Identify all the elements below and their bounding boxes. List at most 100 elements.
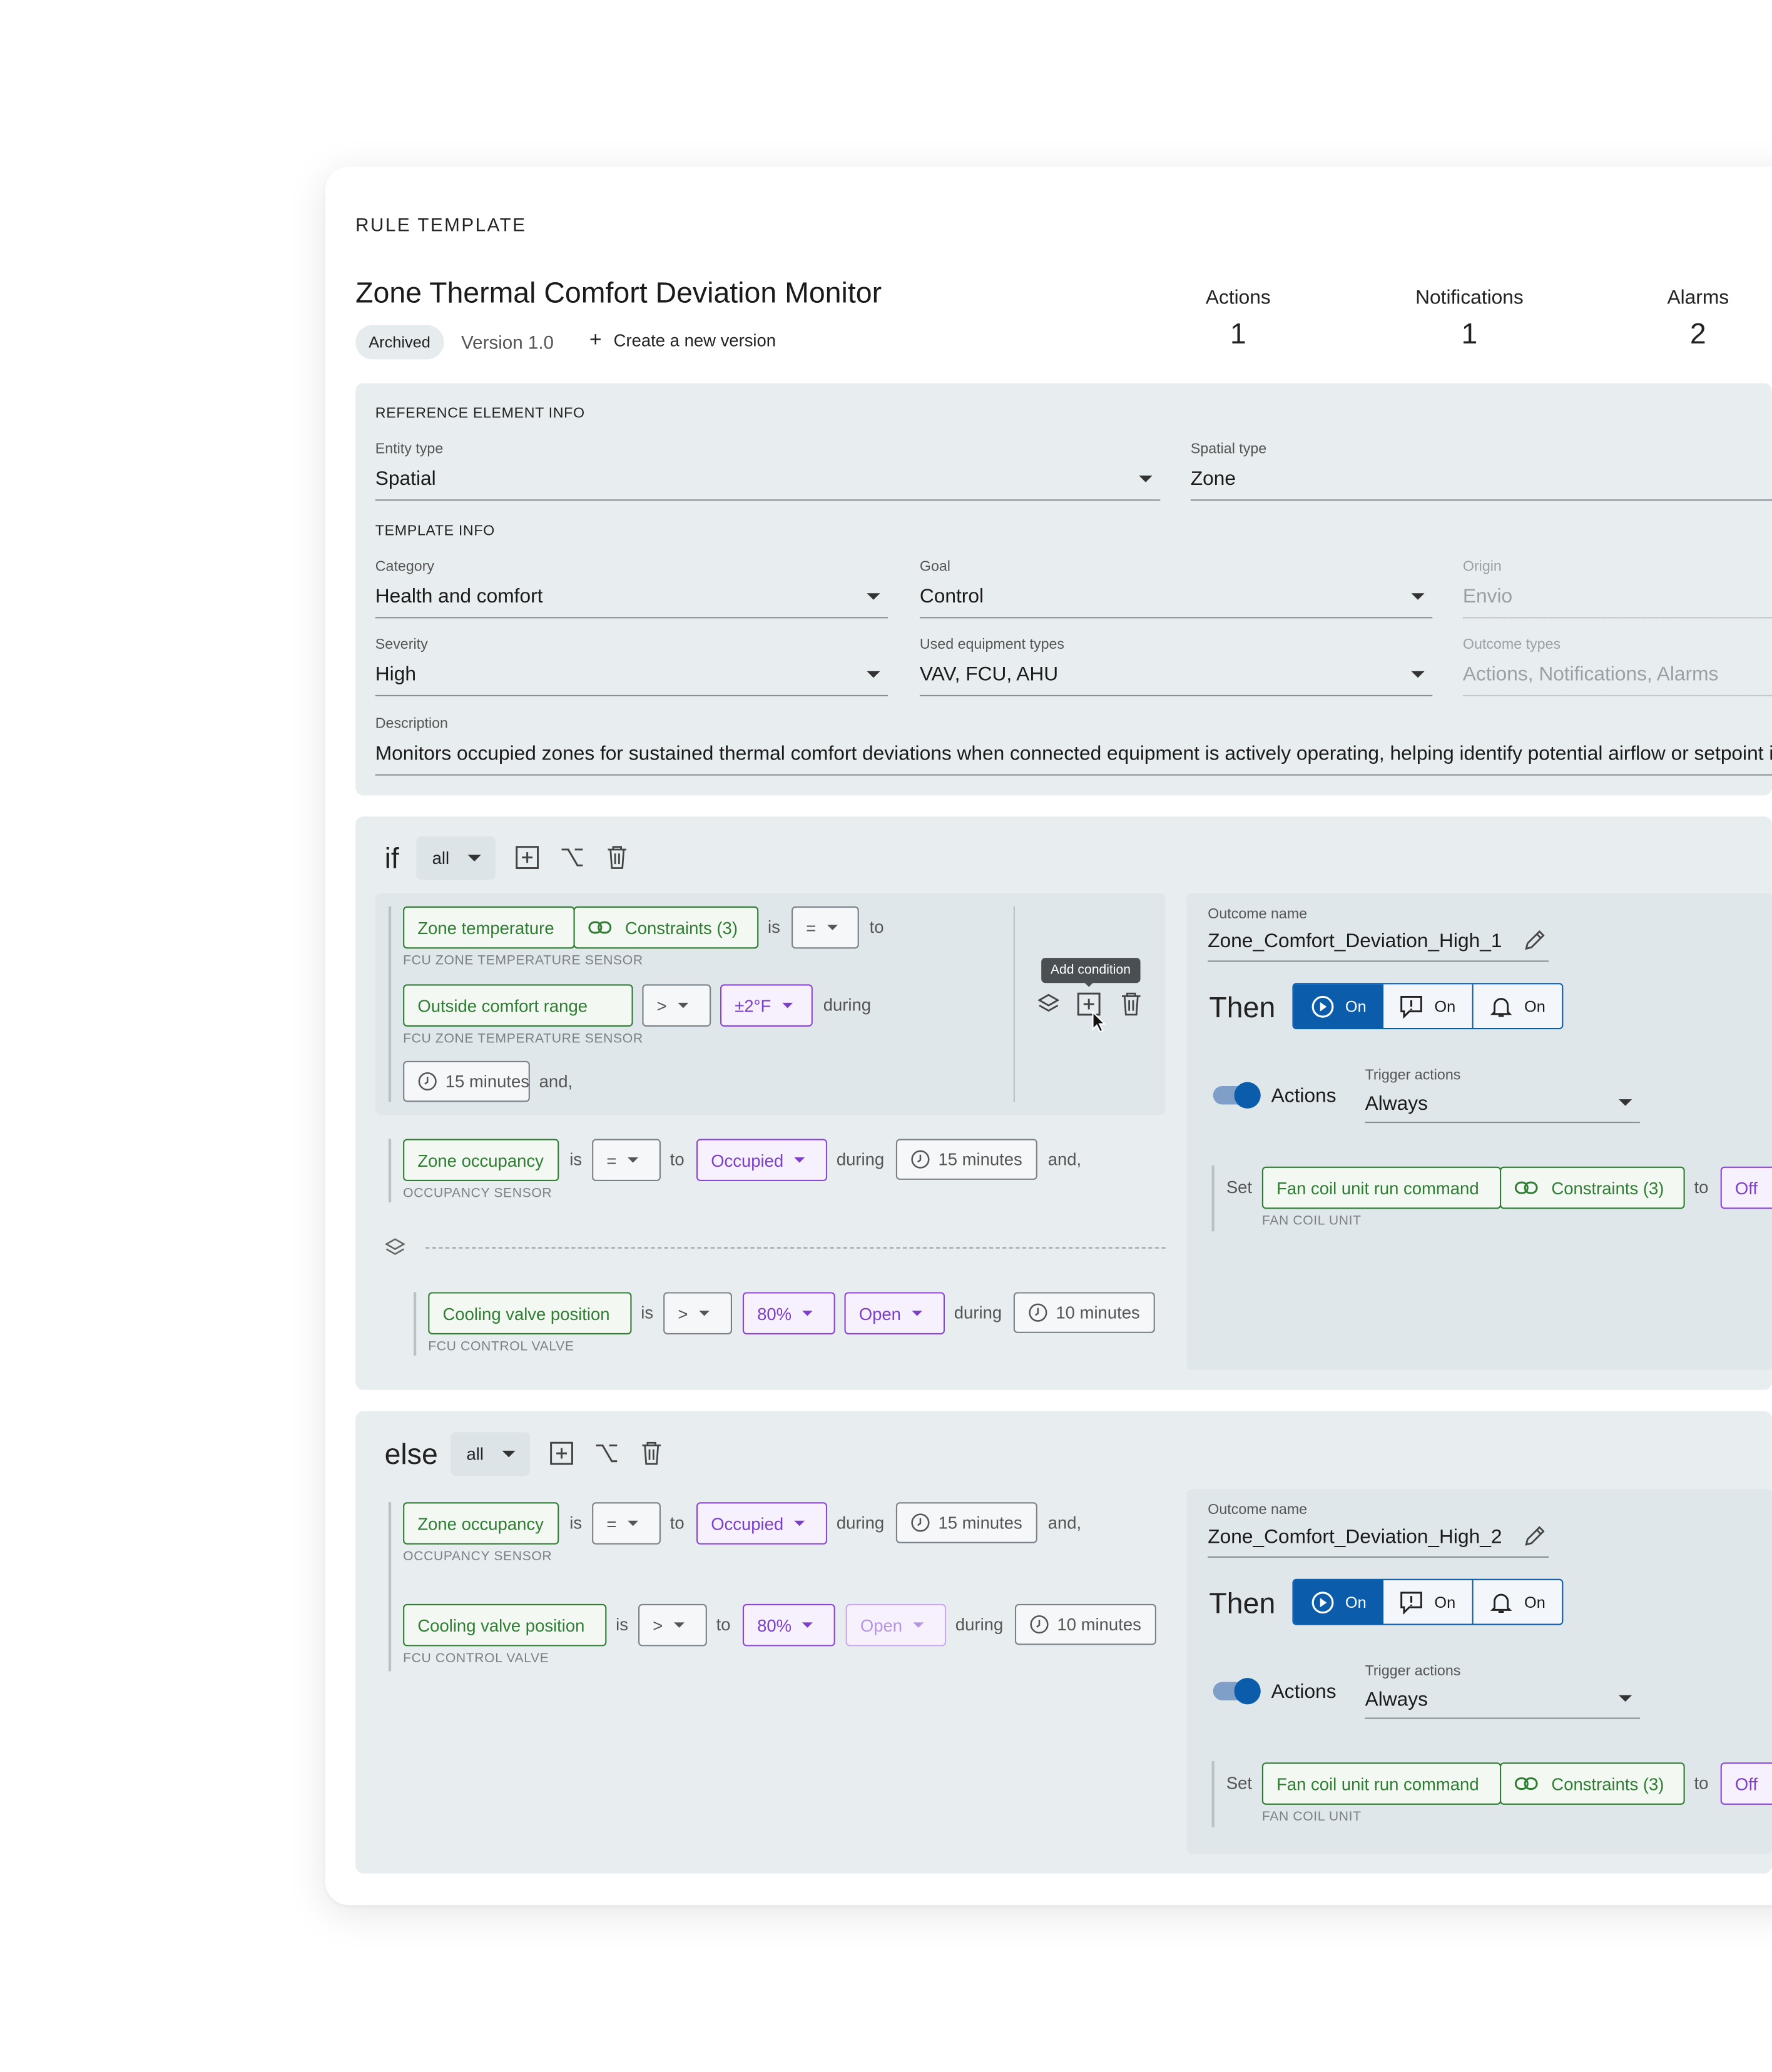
chevron-down-icon[interactable] bbox=[867, 671, 880, 678]
stat-actions-label: Actions bbox=[1205, 287, 1271, 310]
branch-icon[interactable] bbox=[594, 1441, 618, 1465]
condition-field-chip[interactable]: Cooling valve position bbox=[428, 1292, 632, 1335]
actions-toggle-button[interactable]: On bbox=[1293, 984, 1384, 1028]
notifications-toggle-button[interactable]: On bbox=[1383, 984, 1474, 1028]
spatial-type-value[interactable]: Zone bbox=[1191, 468, 1236, 490]
trash-icon[interactable] bbox=[641, 1441, 662, 1465]
create-version-button[interactable]: + Create a new version bbox=[589, 329, 776, 350]
trigger-underline bbox=[1365, 1122, 1640, 1124]
to-word: to bbox=[716, 1614, 731, 1635]
outcome-name-underline bbox=[1208, 960, 1549, 962]
alarms-toggle-button[interactable]: On bbox=[1473, 1580, 1562, 1624]
to-word: to bbox=[869, 917, 884, 937]
chevron-down-icon[interactable] bbox=[1411, 671, 1425, 678]
pencil-icon[interactable] bbox=[1524, 1525, 1546, 1547]
trigger-value[interactable]: Always bbox=[1365, 1689, 1428, 1711]
goal-label: Goal bbox=[919, 559, 950, 575]
value2-select[interactable]: Open bbox=[844, 1292, 945, 1335]
set-word: Set bbox=[1226, 1773, 1253, 1793]
add-condition-icon[interactable] bbox=[516, 846, 539, 870]
operator-select[interactable]: > bbox=[663, 1292, 732, 1335]
outcome-type-toggle: On On On bbox=[1292, 1578, 1564, 1625]
to-word: to bbox=[670, 1513, 685, 1533]
value-text: 80% bbox=[757, 1303, 792, 1324]
else-mode-select[interactable]: all bbox=[451, 1432, 530, 1476]
equipment-value[interactable]: VAV, FCU, AHU bbox=[920, 663, 1058, 686]
clock-icon bbox=[910, 1513, 930, 1533]
duration-chip[interactable]: 10 minutes bbox=[1013, 1292, 1155, 1333]
during-word: during bbox=[954, 1303, 1002, 1323]
goal-value[interactable]: Control bbox=[920, 586, 984, 608]
constraints-chip[interactable]: Constraints (3) bbox=[1500, 1762, 1685, 1805]
layers-icon[interactable] bbox=[1037, 992, 1060, 1015]
command-value-select[interactable]: Off bbox=[1720, 1166, 1772, 1209]
layers-icon[interactable] bbox=[384, 1237, 406, 1258]
chevron-down-icon[interactable] bbox=[867, 593, 880, 600]
value-select[interactable]: Occupied bbox=[696, 1502, 828, 1545]
category-value[interactable]: Health and comfort bbox=[375, 586, 543, 608]
actions-toggle-label: On bbox=[1345, 997, 1367, 1015]
operator-select[interactable]: = bbox=[592, 1139, 661, 1182]
trash-icon[interactable] bbox=[1121, 992, 1142, 1016]
operator-select[interactable]: = bbox=[592, 1502, 661, 1545]
constraints-chip[interactable]: Constraints (3) bbox=[1500, 1166, 1685, 1209]
trash-icon[interactable] bbox=[606, 846, 628, 870]
chevron-down-icon[interactable] bbox=[1139, 475, 1153, 482]
entity-type-value[interactable]: Spatial bbox=[375, 468, 436, 490]
notifications-toggle-button[interactable]: On bbox=[1383, 1580, 1474, 1624]
condition-field-chip[interactable]: Outside comfort range bbox=[403, 984, 633, 1027]
chevron-down-icon bbox=[911, 1311, 922, 1316]
condition-bar bbox=[414, 1292, 417, 1356]
message-alert-icon bbox=[1400, 1590, 1424, 1614]
duration-chip[interactable]: 15 minutes bbox=[895, 1139, 1037, 1180]
command-chip[interactable]: Fan coil unit run command bbox=[1261, 1762, 1502, 1805]
duration-chip[interactable]: 10 minutes bbox=[1014, 1603, 1156, 1645]
operator-value: > bbox=[656, 995, 667, 1015]
if-mode-select[interactable]: all bbox=[416, 836, 496, 880]
duration-chip[interactable]: 15 minutes bbox=[403, 1060, 530, 1102]
operator-value: > bbox=[653, 1615, 663, 1635]
add-condition-icon[interactable] bbox=[550, 1441, 574, 1465]
outcome-name-value[interactable]: Zone_Comfort_Deviation_High_1 bbox=[1208, 930, 1502, 953]
value-select[interactable]: ±2°F bbox=[720, 984, 813, 1027]
duration-chip[interactable]: 15 minutes bbox=[895, 1502, 1037, 1543]
chevron-down-icon bbox=[802, 1311, 813, 1316]
alarms-toggle-button[interactable]: On bbox=[1473, 984, 1562, 1028]
severity-underline bbox=[375, 694, 889, 696]
value-select[interactable]: Occupied bbox=[696, 1139, 828, 1182]
chevron-down-icon[interactable] bbox=[1619, 1099, 1632, 1106]
sensor-label: OCCUPANCY SENSOR bbox=[403, 1186, 552, 1201]
branch-icon[interactable] bbox=[560, 846, 584, 870]
actions-toggle-button[interactable]: On bbox=[1293, 1580, 1384, 1624]
chevron-down-icon[interactable] bbox=[1411, 593, 1425, 600]
group-divider bbox=[1013, 906, 1015, 1102]
spatial-type-label: Spatial type bbox=[1190, 441, 1267, 457]
condition-field-chip[interactable]: Cooling valve position bbox=[403, 1603, 607, 1647]
command-chip[interactable]: Fan coil unit run command bbox=[1261, 1166, 1502, 1209]
chevron-down-icon bbox=[698, 1311, 710, 1316]
severity-value[interactable]: High bbox=[375, 663, 416, 686]
pencil-icon[interactable] bbox=[1524, 929, 1546, 952]
chevron-down-icon[interactable] bbox=[1619, 1695, 1632, 1702]
condition-field-chip[interactable]: Zone occupancy bbox=[403, 1139, 559, 1182]
value-select[interactable]: 80% bbox=[742, 1603, 835, 1647]
operator-select[interactable]: > bbox=[638, 1603, 707, 1647]
condition-field-chip[interactable]: Zone temperature bbox=[403, 906, 575, 949]
operator-select[interactable]: = bbox=[792, 906, 859, 949]
sensor-label: OCCUPANCY SENSOR bbox=[403, 1550, 552, 1565]
value-select[interactable]: 80% bbox=[742, 1292, 835, 1335]
clock-icon bbox=[1029, 1615, 1049, 1635]
command-value-select[interactable]: Off bbox=[1720, 1762, 1772, 1805]
constraints-chip[interactable]: Constraints (3) bbox=[573, 906, 759, 949]
group-bar bbox=[388, 906, 392, 1102]
trigger-value[interactable]: Always bbox=[1365, 1093, 1428, 1115]
add-condition-tooltip: Add condition bbox=[1041, 958, 1140, 983]
value2-select: Open bbox=[845, 1603, 947, 1647]
condition-field-chip[interactable]: Zone occupancy bbox=[403, 1502, 559, 1545]
constraints-label: Constraints (3) bbox=[624, 917, 738, 938]
description-value[interactable]: Monitors occupied zones for sustained th… bbox=[375, 743, 1772, 765]
clock-icon bbox=[417, 1072, 437, 1092]
outcome-name-value[interactable]: Zone_Comfort_Deviation_High_2 bbox=[1208, 1526, 1502, 1548]
operator-select[interactable]: > bbox=[642, 984, 711, 1027]
conjunction: and, bbox=[1047, 1149, 1082, 1170]
